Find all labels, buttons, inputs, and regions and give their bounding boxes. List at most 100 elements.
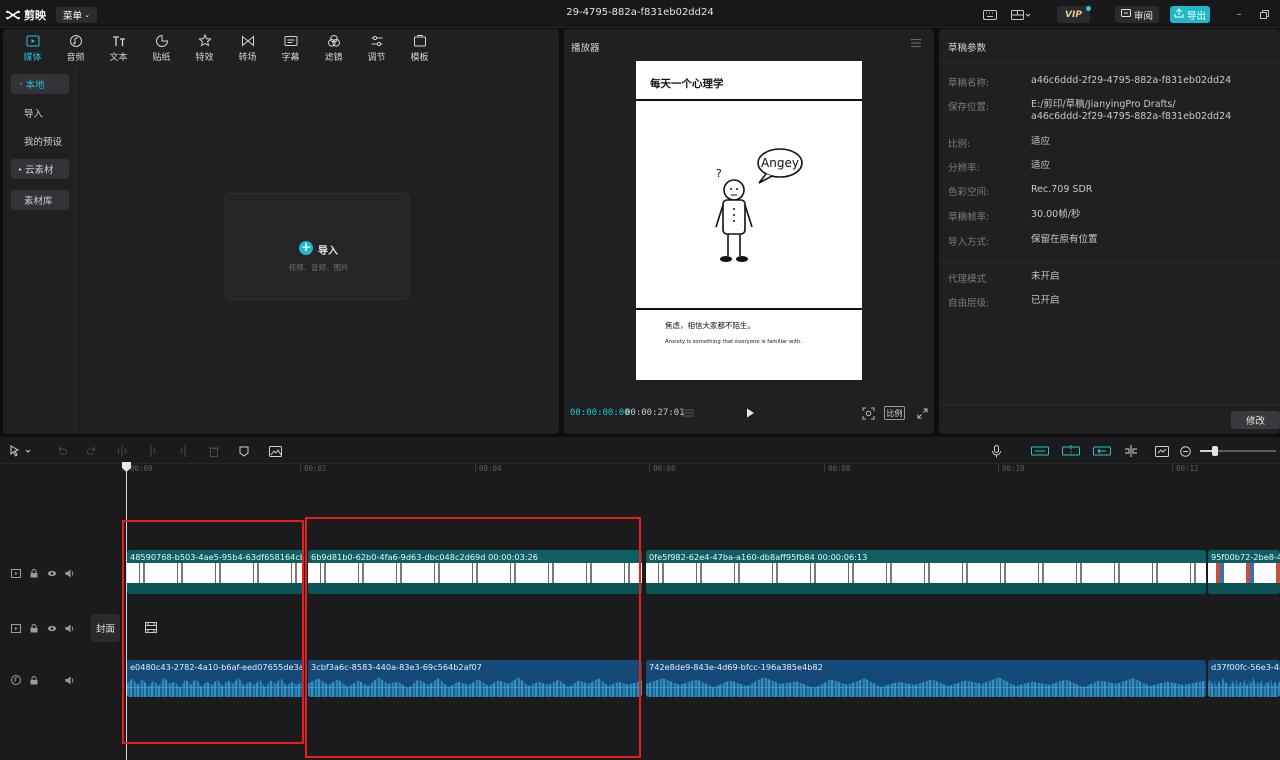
- plus-icon: +: [299, 240, 313, 255]
- keyboard-icon[interactable]: [981, 7, 999, 23]
- total-time: 00:00:27:01: [625, 408, 685, 418]
- capcut-logo-icon: [6, 9, 20, 21]
- ruler-tick: [998, 464, 999, 473]
- delete-icon[interactable]: [206, 443, 222, 459]
- overlay-track-controls: [10, 622, 80, 634]
- sidebar-item-library[interactable]: 素材库: [11, 190, 69, 210]
- menu-button[interactable]: 菜单 ⌄: [56, 7, 97, 23]
- lock-icon[interactable]: [28, 675, 39, 686]
- import-card[interactable]: + 导入 视频、音频、图片: [225, 193, 410, 300]
- clip-footer: [646, 583, 1206, 594]
- clip-label: d37f00fc-56e3-48b: [1211, 662, 1280, 672]
- main-track-magnet-icon[interactable]: [1030, 443, 1050, 459]
- review-button[interactable]: 审阅: [1115, 6, 1159, 23]
- speaker-icon[interactable]: [64, 675, 75, 686]
- fullscreen-icon[interactable]: [914, 406, 930, 420]
- video-track-controls: [10, 567, 80, 579]
- cartoon-figure-illustration: Angey ?: [715, 148, 803, 262]
- free-layer-value: 已开启: [1031, 295, 1060, 306]
- modify-button[interactable]: 修改: [1231, 411, 1280, 429]
- tab-filter[interactable]: 滤镜: [312, 29, 355, 67]
- ruler-label: 00:04: [479, 464, 502, 473]
- audio-clip[interactable]: d37f00fc-56e3-48b: [1208, 660, 1280, 697]
- speech-bubble-text: Angey: [761, 156, 799, 170]
- tab-media[interactable]: 媒体: [11, 29, 54, 67]
- marker-icon[interactable]: [236, 443, 252, 459]
- redo-icon[interactable]: [84, 443, 100, 459]
- lock-icon[interactable]: [28, 623, 39, 634]
- audio-waveform: [646, 677, 1206, 697]
- ruler-label: 00:06: [653, 464, 676, 473]
- tab-template[interactable]: 模板: [398, 29, 441, 67]
- svg-text:?: ?: [716, 167, 722, 180]
- sidebar-item-import[interactable]: 导入: [11, 103, 69, 123]
- aspect-ratio-button[interactable]: 比例: [884, 406, 905, 420]
- speaker-icon[interactable]: [64, 568, 75, 579]
- tab-transition[interactable]: 转场: [226, 29, 269, 67]
- sidebar-item-my-presets[interactable]: 我的预设: [11, 131, 69, 151]
- tab-text[interactable]: 文本: [97, 29, 140, 67]
- thumbnail-icon[interactable]: [1154, 443, 1170, 459]
- split-icon[interactable]: [114, 443, 130, 459]
- import-mode-value: 保留在原有位置: [1031, 234, 1098, 245]
- zoom-fit-icon[interactable]: [860, 406, 876, 420]
- split-left-icon[interactable]: [145, 443, 161, 459]
- split-right-icon[interactable]: [175, 443, 191, 459]
- tab-label: 转场: [238, 52, 257, 63]
- volume-line: [1208, 687, 1280, 688]
- speaker-icon[interactable]: [64, 623, 75, 634]
- export-button[interactable]: 导出: [1170, 6, 1210, 23]
- divider: [939, 405, 1280, 406]
- image-edit-icon[interactable]: [267, 443, 283, 459]
- review-icon: [1120, 8, 1131, 21]
- layout-icon[interactable]: [1008, 7, 1034, 23]
- media-sidebar: • 本地 导入 我的预设 ▸ 云素材 素材库: [3, 67, 76, 434]
- sidebar-item-local[interactable]: • 本地: [11, 74, 69, 94]
- audio-icon: [69, 34, 82, 47]
- tab-sticker[interactable]: 贴纸: [140, 29, 183, 67]
- lock-icon[interactable]: [28, 568, 39, 579]
- linkage-icon[interactable]: [1092, 443, 1112, 459]
- eye-icon[interactable]: [46, 568, 57, 579]
- preview-title: 每天一个心理学: [650, 78, 724, 90]
- zoom-out-icon[interactable]: [1177, 443, 1193, 459]
- video-preview[interactable]: 每天一个心理学 Angey ? 焦虑，相信大家都不陌生。 Anxiety is …: [636, 61, 862, 380]
- proxy-mode-value: 未开启: [1031, 271, 1060, 282]
- video-clip[interactable]: 0fe5f982-62e4-47ba-a160-db8aff95fb84 00:…: [646, 550, 1206, 594]
- free-layer-label: 自由层级:: [948, 298, 990, 309]
- eye-icon[interactable]: [46, 623, 57, 634]
- preview-axis-icon[interactable]: [1123, 443, 1139, 459]
- project-title: 29-4795-882a-f831eb02dd24: [566, 7, 714, 18]
- microphone-icon[interactable]: [988, 443, 1004, 459]
- video-clip[interactable]: 95f00b72-2be8-40: [1208, 550, 1280, 594]
- tab-audio[interactable]: 音频: [54, 29, 97, 67]
- hamburger-icon[interactable]: [910, 38, 922, 50]
- audio-track-icon: [10, 675, 21, 686]
- clip-label: 95f00b72-2be8-40: [1211, 552, 1280, 562]
- sidebar-item-cloud[interactable]: ▸ 云素材: [11, 159, 69, 179]
- restore-icon[interactable]: [1257, 8, 1271, 21]
- tab-effects[interactable]: 特效: [183, 29, 226, 67]
- cover-button[interactable]: 封面: [91, 614, 120, 642]
- draft-name-value: a46c6ddd-2f29-4795-882a-f831eb02dd24: [1031, 75, 1232, 86]
- audio-clip[interactable]: 742e8de9-843e-4d69-bfcc-196a385e4b82: [646, 660, 1206, 697]
- zoom-slider-handle[interactable]: [1212, 446, 1218, 456]
- minimize-icon[interactable]: –: [1232, 8, 1246, 21]
- ruler-label: 00:08: [828, 464, 851, 473]
- ratio-value: 适应: [1031, 136, 1051, 147]
- adjust-icon: [371, 35, 382, 46]
- select-tool-icon[interactable]: [8, 443, 34, 459]
- menu-label: 菜单: [63, 11, 83, 22]
- tab-label: 滤镜: [324, 52, 343, 63]
- undo-icon[interactable]: [53, 443, 69, 459]
- review-label: 审阅: [1133, 10, 1153, 22]
- auto-snap-icon[interactable]: [1061, 443, 1081, 459]
- filter-icon: [327, 34, 340, 47]
- transition-icon: [241, 34, 254, 47]
- play-icon[interactable]: [744, 407, 756, 419]
- frame-rate-label: 草稿帧率:: [948, 212, 990, 223]
- tab-caption[interactable]: 字幕: [269, 29, 312, 67]
- timeline-grid-icon[interactable]: [680, 406, 696, 420]
- frame-rate-value: 30.00帧/秒: [1031, 209, 1081, 220]
- tab-adjust[interactable]: 调节: [355, 29, 398, 67]
